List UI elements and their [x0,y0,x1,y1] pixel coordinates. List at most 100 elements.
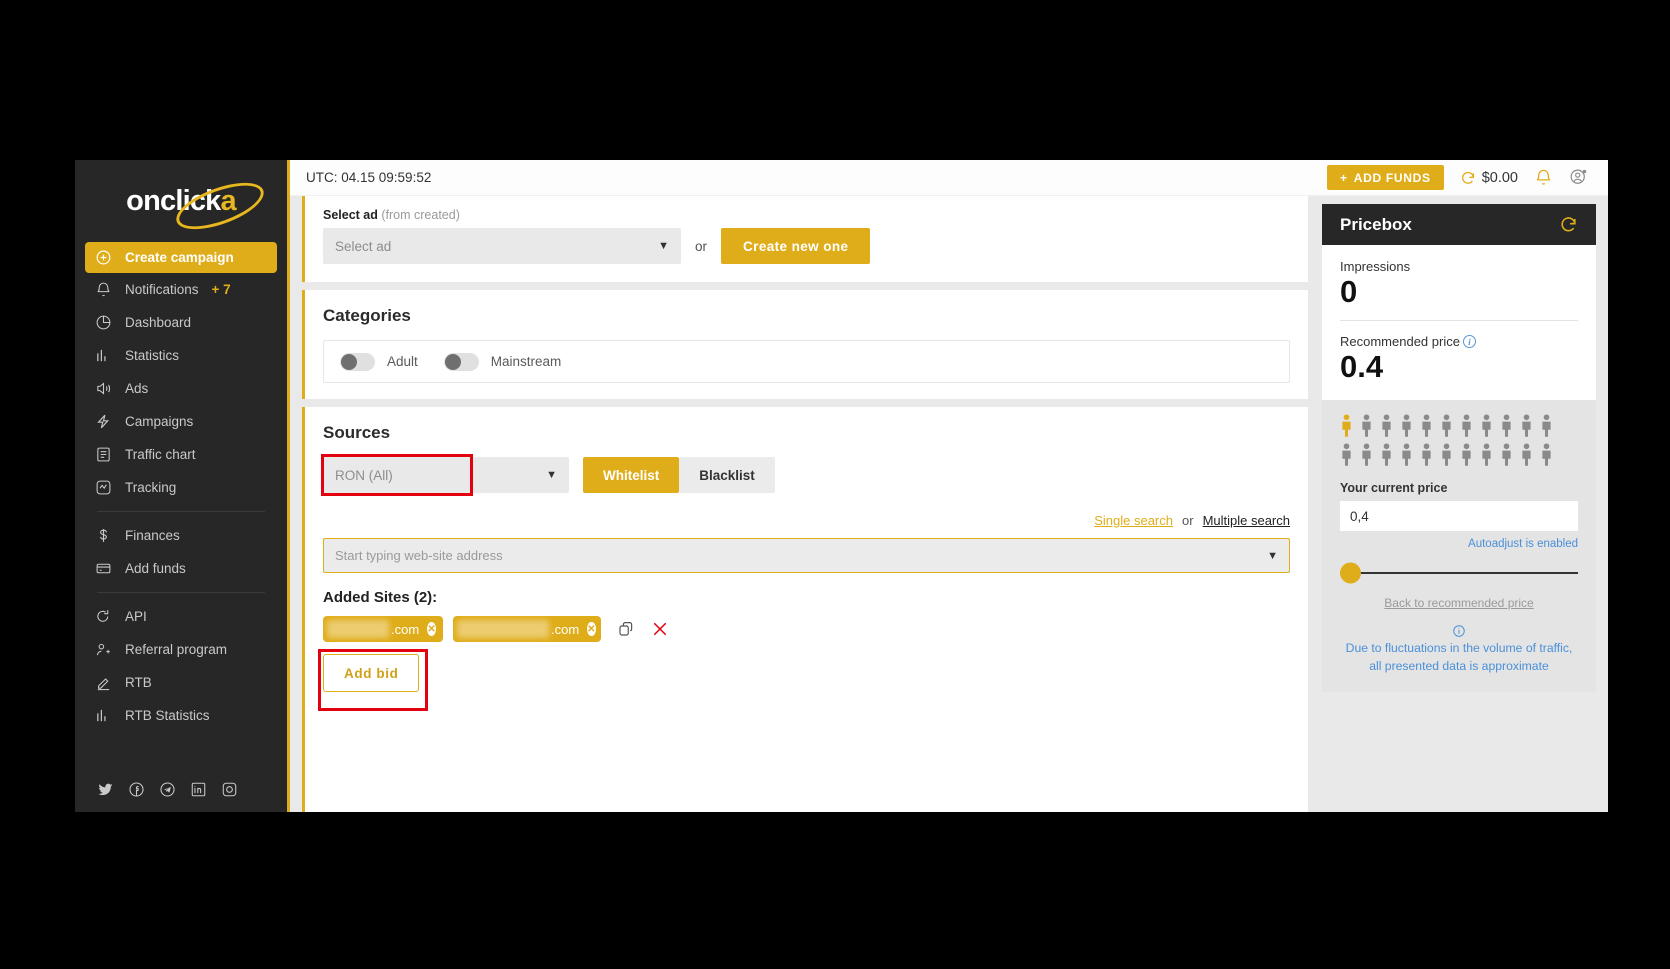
sidebar-item-rtb[interactable]: RTB [85,666,277,699]
sidebar-item-dashboard[interactable]: Dashboard [85,306,277,339]
sidebar-item-notifications[interactable]: Notifications + 7 [85,273,277,306]
sidebar-item-traffic-chart[interactable]: Traffic chart [85,438,277,471]
pricebox-metrics: Impressions 0 Recommended pricei 0.4 [1322,245,1596,400]
person-icon [1520,414,1533,438]
logo-text: onclick [126,185,220,217]
person-icon [1400,414,1413,438]
person-icon [1480,414,1493,438]
slider-knob[interactable] [1340,563,1361,584]
add-bid-button[interactable]: Add bid [323,654,419,692]
bar-chart-icon [95,707,112,724]
person-icon [1500,414,1513,438]
sidebar-item-ads[interactable]: Ads [85,372,277,405]
bell-icon[interactable] [1534,168,1553,187]
site-address-placeholder: Start typing web-site address [335,548,503,563]
categories-title: Categories [323,306,1290,326]
mainstream-label: Mainstream [491,354,562,369]
add-funds-button[interactable]: + ADD FUNDS [1327,165,1444,190]
copy-icon[interactable] [617,620,635,638]
person-icon [1520,443,1533,467]
sidebar-divider [97,592,265,593]
activity-square-icon [95,479,112,496]
or-separator: or [695,239,707,254]
instagram-icon[interactable] [221,781,238,798]
select-ad-label: Select ad (from created) [323,208,1290,222]
sidebar-label: RTB [125,675,152,690]
user-plus-icon [95,641,112,658]
facebook-icon[interactable] [128,781,145,798]
twitter-icon[interactable] [97,781,114,798]
sources-card: Sources RON (All) ▼ Whitelist Blacklist [302,407,1308,812]
divider [1340,320,1578,321]
sidebar-divider [97,511,265,512]
speaker-icon [95,380,112,397]
sidebar-item-referral-program[interactable]: Referral program [85,633,277,666]
create-new-one-button[interactable]: Create new one [721,228,870,264]
search-or: or [1182,513,1194,528]
bell-icon [95,281,112,298]
balance[interactable]: $0.00 [1460,170,1518,186]
bar-chart-icon [95,347,112,364]
remove-site-icon[interactable]: ✕ [427,622,436,636]
add-funds-label: ADD FUNDS [1354,171,1431,185]
topbar-actions: + ADD FUNDS $0.00 [1327,165,1608,190]
back-to-recommended-link[interactable]: Back to recommended price [1340,596,1578,610]
multiple-search-link[interactable]: Multiple search [1203,513,1290,528]
person-icon [1440,414,1453,438]
redacted-domain [457,620,549,638]
select-ad-dropdown[interactable]: Select ad ▼ [323,228,681,264]
sidebar-label: Dashboard [125,315,191,330]
pricebox-header: Pricebox [1322,204,1596,245]
person-icon [1420,443,1433,467]
people-row [1340,414,1578,438]
close-x-icon[interactable] [651,620,669,638]
plus-circle-icon [95,249,112,266]
blacklist-button[interactable]: Blacklist [679,457,775,493]
topbar: UTC: 04.15 09:59:52 + ADD FUNDS $0.00 [290,160,1608,196]
recommended-price-value: 0.4 [1340,349,1578,385]
remove-site-icon[interactable]: ✕ [587,622,595,636]
select-ad-value: Select ad [335,239,391,254]
ron-dropdown[interactable]: RON (All) ▼ [323,457,569,493]
autoadjust-status[interactable]: Autoadjust is enabled [1340,538,1578,550]
person-icon [1360,443,1373,467]
list-icon [95,446,112,463]
sidebar-item-rtb-statistics[interactable]: RTB Statistics [85,699,277,732]
sidebar-item-add-funds[interactable]: Add funds [85,552,277,585]
refresh-link-icon [95,608,112,625]
telegram-icon[interactable] [159,781,176,798]
pricebox-title: Pricebox [1340,215,1412,235]
refresh-icon[interactable] [1460,170,1476,186]
refresh-icon[interactable] [1559,215,1578,234]
person-icon [1380,414,1393,438]
sidebar-item-create-campaign[interactable]: Create campaign [85,242,277,273]
sidebar-item-campaigns[interactable]: Campaigns [85,405,277,438]
sidebar-item-tracking[interactable]: Tracking [85,471,277,504]
mainstream-toggle[interactable] [444,353,479,371]
info-icon[interactable]: i [1463,335,1476,348]
site-chip: .com ✕ [323,616,443,642]
price-slider[interactable] [1340,562,1578,584]
pie-chart-icon [95,314,112,331]
person-icon [1460,414,1473,438]
sidebar-nav: Create campaign Notifications + 7 Dashbo… [75,242,287,732]
sources-controls: RON (All) ▼ Whitelist Blacklist [323,457,1290,493]
plus-icon: + [1340,171,1348,185]
person-icon [1500,443,1513,467]
sidebar-label: Create campaign [125,250,234,265]
sidebar-label: Campaigns [125,414,193,429]
account-settings-icon[interactable] [1569,168,1588,187]
select-ad-label-bold: Select ad [323,208,378,222]
person-icon [1360,414,1373,438]
linkedin-icon[interactable] [190,781,207,798]
sidebar-item-statistics[interactable]: Statistics [85,339,277,372]
search-mode-links: Single search or Multiple search [323,513,1290,528]
sidebar-item-finances[interactable]: Finances [85,519,277,552]
added-sites-title: Added Sites (2): [323,589,1290,606]
single-search-link[interactable]: Single search [1094,513,1173,528]
adult-toggle[interactable] [340,353,375,371]
site-address-input[interactable]: Start typing web-site address ▼ [323,538,1290,573]
current-price-input[interactable]: 0,4 [1340,501,1578,531]
whitelist-button[interactable]: Whitelist [583,457,679,493]
sidebar-item-api[interactable]: API [85,600,277,633]
